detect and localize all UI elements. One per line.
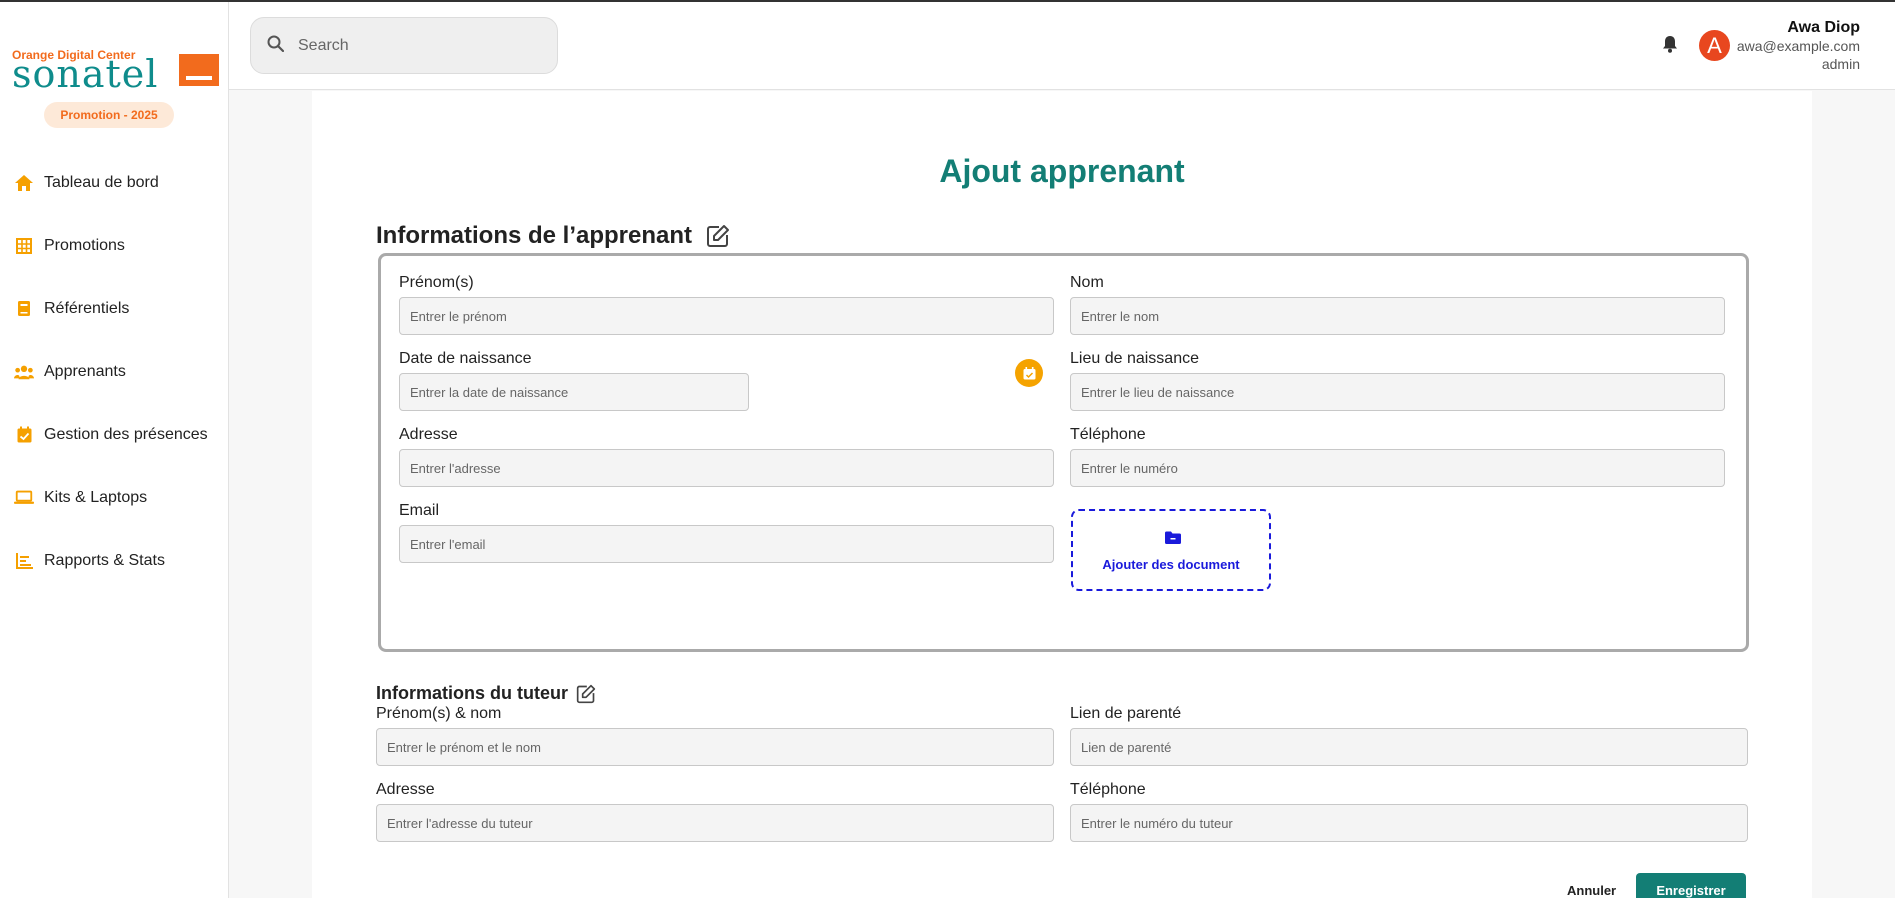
calendar-check-icon (14, 425, 34, 445)
orange-logo-mark (179, 54, 219, 86)
calendar-icon[interactable] (1015, 359, 1043, 387)
tutor-section-header: Informations du tuteur (376, 683, 596, 704)
nom-label: Nom (1070, 274, 1104, 291)
folder-icon (1165, 531, 1181, 549)
sidebar-item-label: Tableau de bord (44, 173, 159, 191)
sidebar-item-label: Apprenants (44, 362, 126, 380)
sidebar-item-label: Kits & Laptops (44, 488, 148, 506)
edit-icon[interactable] (576, 684, 596, 704)
tutor-adresse-input[interactable] (376, 804, 1054, 842)
adresse-input[interactable] (399, 449, 1054, 487)
logo-text: sonatel (12, 52, 159, 96)
sidebar-item-gestion-des-presences[interactable]: Gestion des présences (0, 403, 229, 466)
page-title: Ajout apprenant (939, 153, 1185, 189)
notification-bell-icon[interactable] (1662, 35, 1680, 55)
sidebar-item-apprenants[interactable]: Apprenants (0, 340, 229, 403)
tutor-prenom-nom-input[interactable] (376, 728, 1054, 766)
search-bar[interactable] (250, 17, 558, 74)
top-header: A Awa Diop awa@example.com admin (229, 2, 1895, 90)
lieu-naissance-input[interactable] (1070, 373, 1725, 411)
adresse-label: Adresse (399, 426, 458, 443)
laptop-icon (14, 488, 34, 508)
sidebar-item-label: Rapports & Stats (44, 551, 165, 569)
sidebar-item-tableau-de-bord[interactable]: Tableau de bord (0, 151, 229, 214)
prenom-input[interactable] (399, 297, 1054, 335)
form-card: Ajout apprenant Informations de l’appren… (312, 91, 1812, 898)
bar-chart-icon (14, 551, 34, 571)
user-email: awa@example.com (1736, 38, 1860, 54)
prenom-label: Prénom(s) (399, 274, 474, 291)
search-icon (267, 35, 285, 57)
sidebar-item-label: Gestion des présences (44, 425, 208, 443)
tutor-adresse-label: Adresse (376, 781, 435, 798)
email-input[interactable] (399, 525, 1054, 563)
cancel-button[interactable]: Annuler (1567, 883, 1616, 898)
user-role: admin (1821, 56, 1860, 72)
sidebar-item-rapports-stats[interactable]: Rapports & Stats (0, 529, 229, 592)
sidebar-item-promotions[interactable]: Promotions (0, 214, 229, 277)
sidebar: Orange Digital Center sonatel Promotion … (0, 2, 229, 898)
learner-section-header: Informations de l’apprenant (376, 222, 730, 250)
nom-input[interactable] (1070, 297, 1725, 335)
search-input[interactable] (298, 36, 528, 55)
sidebar-item-kits-laptops[interactable]: Kits & Laptops (0, 466, 229, 529)
edit-icon[interactable] (706, 224, 730, 248)
sidebar-nav: Tableau de bord Promotions Référentiels … (0, 151, 229, 592)
logo: Orange Digital Center sonatel (12, 48, 222, 96)
promotion-badge: Promotion - 2025 (44, 102, 174, 128)
learner-section-title: Informations de l’apprenant (376, 222, 693, 249)
users-icon (14, 362, 34, 382)
upload-documents-button[interactable]: Ajouter des document (1071, 509, 1271, 591)
sidebar-item-referentiels[interactable]: Référentiels (0, 277, 229, 340)
email-label: Email (399, 502, 440, 519)
upload-documents-label: Ajouter des document (1102, 557, 1240, 572)
tutor-lien-parente-label: Lien de parenté (1070, 705, 1182, 722)
date-naissance-input[interactable] (399, 373, 749, 411)
tutor-section-title: Informations du tuteur (376, 683, 568, 703)
date-naissance-label: Date de naissance (399, 350, 532, 367)
lieu-naissance-label: Lieu de naissance (1070, 350, 1199, 367)
book-icon (14, 299, 34, 319)
tutor-prenom-nom-label: Prénom(s) & nom (376, 705, 502, 722)
user-name: Awa Diop (1787, 19, 1860, 36)
user-info[interactable]: Awa Diop awa@example.com admin (1737, 18, 1860, 73)
tutor-telephone-label: Téléphone (1070, 781, 1146, 798)
tutor-lien-parente-input[interactable] (1070, 728, 1748, 766)
grid-icon (14, 236, 34, 256)
save-button[interactable]: Enregistrer (1636, 873, 1746, 898)
telephone-label: Téléphone (1070, 426, 1146, 443)
sidebar-item-label: Promotions (44, 236, 125, 254)
avatar[interactable]: A (1699, 30, 1730, 61)
home-icon (14, 173, 34, 193)
telephone-input[interactable] (1070, 449, 1725, 487)
tutor-telephone-input[interactable] (1070, 804, 1748, 842)
sidebar-item-label: Référentiels (44, 299, 130, 317)
